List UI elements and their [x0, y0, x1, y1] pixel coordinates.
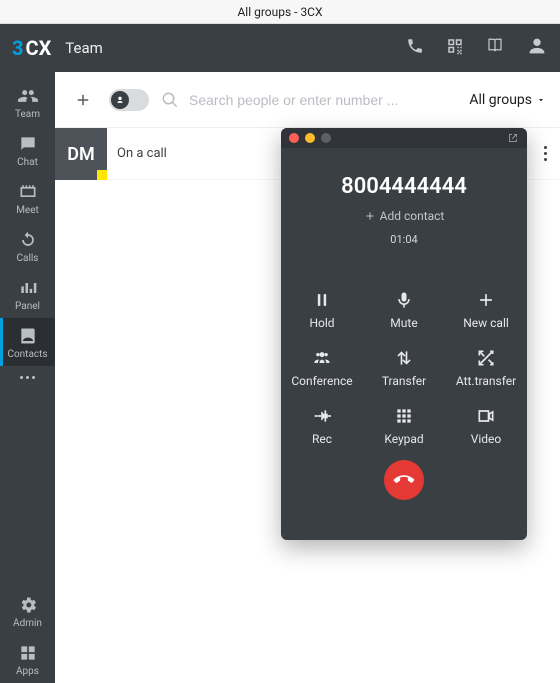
record-icon — [312, 406, 332, 426]
guide-icon[interactable] — [486, 37, 504, 59]
transfer-icon — [394, 348, 414, 368]
contact-avatar: DM — [55, 128, 107, 180]
conference-icon — [312, 348, 332, 368]
conference-label: Conference — [291, 374, 352, 388]
contact-view-toggle[interactable] — [109, 89, 149, 111]
sidebar-label-team: Team — [15, 109, 40, 120]
toolbar: All groups — [55, 72, 560, 128]
sidebar-label-meet: Meet — [16, 205, 39, 216]
sidebar: Team Chat Meet Calls Panel Contacts Admi — [0, 72, 55, 683]
sidebar-item-chat[interactable]: Chat — [0, 126, 55, 174]
header-section-title: Team — [65, 39, 103, 57]
keypad-button[interactable]: Keypad — [363, 406, 445, 446]
contact-initials: DM — [67, 144, 94, 165]
active-call-panel: 8004444444 Add contact 01:04 Hold Mute N… — [281, 128, 527, 540]
pause-icon — [312, 290, 332, 310]
add-contact-button[interactable]: Add contact — [281, 209, 527, 223]
more-icon — [20, 376, 35, 379]
keypad-icon — [394, 406, 414, 426]
sidebar-label-chat: Chat — [17, 157, 38, 168]
search-container — [161, 91, 457, 109]
hold-label: Hold — [309, 316, 334, 330]
chevron-down-icon — [536, 95, 546, 105]
toggle-knob — [111, 91, 129, 109]
popout-icon[interactable] — [507, 132, 519, 144]
qr-icon[interactable] — [446, 37, 464, 59]
dialer-icon[interactable] — [406, 37, 424, 59]
rec-label: Rec — [312, 432, 332, 446]
transfer-label: Transfer — [382, 374, 426, 388]
video-icon — [476, 406, 496, 426]
video-button[interactable]: Video — [445, 406, 527, 446]
sidebar-item-more[interactable] — [0, 366, 55, 389]
sidebar-item-calls[interactable]: Calls — [0, 222, 55, 270]
contact-row-menu[interactable] — [530, 128, 560, 179]
window-titlebar: All groups - 3CX — [0, 0, 560, 24]
sidebar-label-panel: Panel — [15, 301, 40, 312]
rec-button[interactable]: Rec — [281, 406, 363, 446]
sidebar-item-team[interactable]: Team — [0, 78, 55, 126]
phone-hangup-icon — [390, 466, 418, 494]
logo-cx: CX — [25, 36, 51, 60]
traffic-light-close[interactable] — [289, 133, 299, 143]
call-duration: 01:04 — [281, 233, 527, 246]
sidebar-label-calls: Calls — [17, 253, 39, 264]
sidebar-item-apps[interactable]: Apps — [0, 635, 55, 683]
presence-indicator — [97, 170, 107, 180]
groups-dropdown[interactable]: All groups — [469, 92, 546, 108]
sidebar-item-admin[interactable]: Admin — [0, 587, 55, 635]
mic-icon — [394, 290, 414, 310]
sidebar-label-admin: Admin — [13, 618, 42, 629]
sidebar-item-meet[interactable]: Meet — [0, 174, 55, 222]
end-call-button[interactable] — [384, 460, 424, 500]
att-transfer-label: Att.transfer — [456, 374, 516, 388]
keypad-label: Keypad — [384, 432, 423, 446]
add-contact-label: Add contact — [380, 209, 445, 223]
sidebar-label-apps: Apps — [16, 666, 39, 677]
shuffle-icon — [476, 348, 496, 368]
profile-icon[interactable] — [526, 35, 548, 61]
app-header: 3CX Team — [0, 24, 560, 72]
sidebar-item-panel[interactable]: Panel — [0, 270, 55, 318]
plus-icon — [476, 290, 496, 310]
groups-dropdown-label: All groups — [469, 92, 532, 108]
video-label: Video — [471, 432, 502, 446]
call-panel-titlebar[interactable] — [281, 128, 527, 148]
logo-3: 3 — [12, 36, 23, 60]
add-button[interactable] — [69, 86, 97, 114]
traffic-light-min[interactable] — [305, 133, 315, 143]
transfer-button[interactable]: Transfer — [363, 348, 445, 388]
att-transfer-button[interactable]: Att.transfer — [445, 348, 527, 388]
sidebar-label-contacts: Contacts — [7, 349, 47, 360]
window-title: All groups - 3CX — [237, 5, 322, 19]
mute-button[interactable]: Mute — [363, 290, 445, 330]
mute-label: Mute — [390, 316, 417, 330]
new-call-button[interactable]: New call — [445, 290, 527, 330]
search-input[interactable] — [189, 92, 457, 108]
traffic-light-max[interactable] — [321, 133, 331, 143]
content-area: All groups DM On a call 8004444444 — [55, 72, 560, 683]
kebab-icon — [544, 146, 547, 161]
call-number: 8004444444 — [281, 174, 527, 199]
search-icon — [161, 91, 179, 109]
sidebar-item-contacts[interactable]: Contacts — [0, 318, 55, 366]
new-call-label: New call — [463, 316, 509, 330]
app-logo: 3CX — [12, 36, 51, 60]
conference-button[interactable]: Conference — [281, 348, 363, 388]
hold-button[interactable]: Hold — [281, 290, 363, 330]
